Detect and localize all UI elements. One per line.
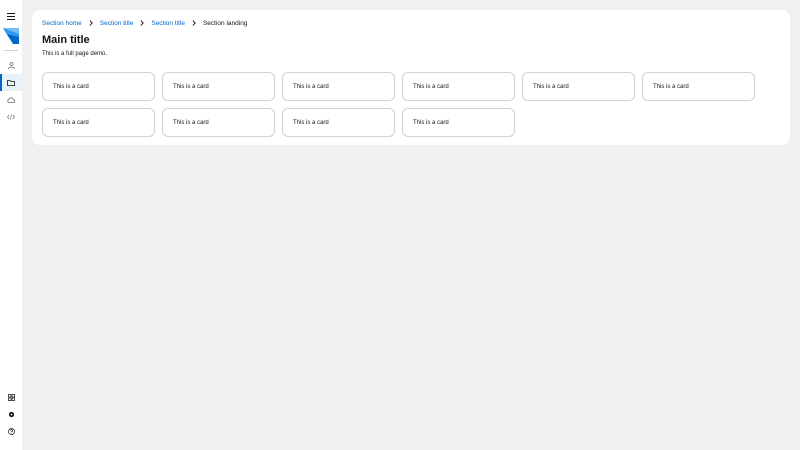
brand-logo[interactable] [0,27,22,45]
sidebar-divider [4,50,18,51]
page-description: This is a full page demo. [42,51,108,57]
page-section: Section home Section title Section title… [32,10,790,145]
card[interactable]: This is a card [282,108,395,137]
breadcrumb-item-home[interactable]: Section home [42,20,82,27]
breadcrumb-item-section-2[interactable]: Section title [151,20,185,27]
card[interactable]: This is a card [282,72,395,101]
card[interactable]: This is a card [402,72,515,101]
card-grid: This is a card This is a card This is a … [42,72,755,137]
code-icon[interactable] [0,108,22,125]
sidebar [0,0,22,450]
breadcrumb-item-section-1[interactable]: Section title [100,20,134,27]
card[interactable]: This is a card [42,108,155,137]
folder-icon[interactable] [0,74,22,91]
card[interactable]: This is a card [42,72,155,101]
breadcrumb: Section home Section title Section title… [42,18,247,28]
gear-icon[interactable] [0,406,22,423]
page-title: Main title [42,34,90,46]
user-icon[interactable] [0,57,22,74]
hamburger-menu-icon[interactable] [0,8,22,25]
help-icon[interactable] [0,423,22,440]
card[interactable]: This is a card [162,72,275,101]
chevron-right-icon [82,20,100,26]
chevron-right-icon [185,20,203,26]
card[interactable]: This is a card [522,72,635,101]
card[interactable]: This is a card [402,108,515,137]
breadcrumb-current: Section landing [202,19,248,27]
card[interactable]: This is a card [642,72,755,101]
card[interactable]: This is a card [162,108,275,137]
chevron-right-icon [133,20,151,26]
cloud-icon[interactable] [0,91,22,108]
grid-icon[interactable] [0,389,22,406]
